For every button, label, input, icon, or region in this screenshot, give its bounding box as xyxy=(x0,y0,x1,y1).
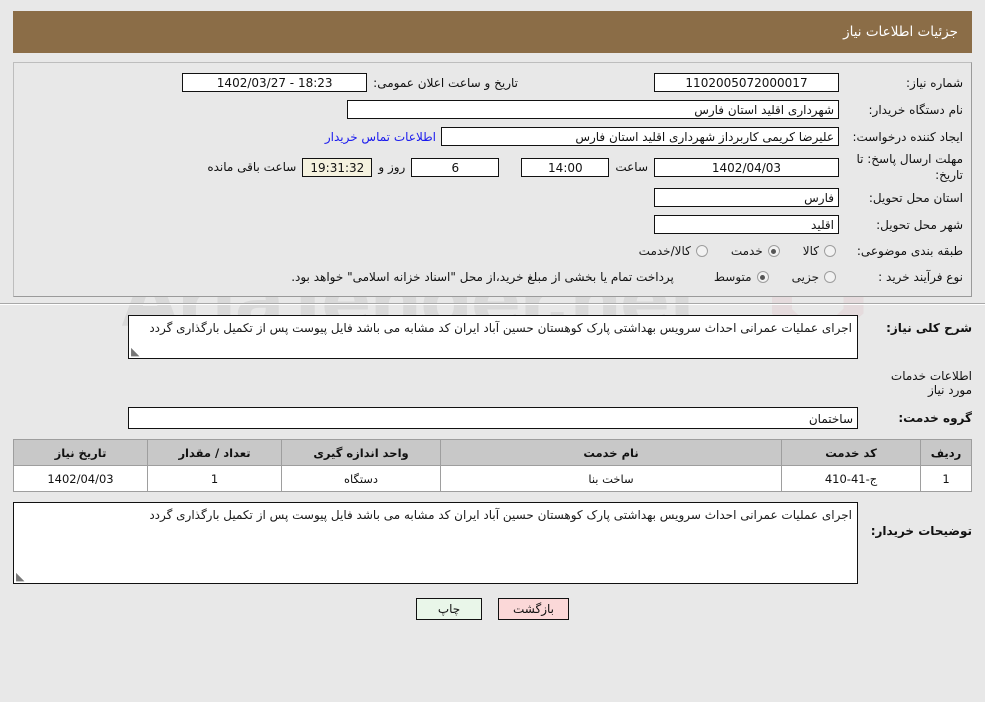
radio-category-service[interactable]: خدمت xyxy=(729,244,783,258)
radio-process-medium-label: متوسط xyxy=(713,270,752,284)
th-quantity: تعداد / مقدار xyxy=(147,439,282,466)
buyer-notes-label: توضیحات خریدار: xyxy=(870,524,972,538)
row-buyer-notes: توضیحات خریدار: اجرای عملیات عمرانی احدا… xyxy=(13,502,972,584)
buyer-notes-value: اجرای عملیات عمرانی احداث سرویس بهداشتی … xyxy=(149,508,852,522)
row-buyer-org: نام دستگاه خریدار: شهرداری اقلید استان ف… xyxy=(14,96,971,123)
deadline-date-value: 1402/04/03 xyxy=(654,157,839,177)
general-description-value: اجرای عملیات عمرانی احداث سرویس بهداشتی … xyxy=(149,321,852,335)
remaining-countdown-label: ساعت باقی مانده xyxy=(207,160,297,174)
row-subject-classification: طبقه بندی موضوعی: کالا خدمت کالا/خدمت xyxy=(14,238,971,264)
table-header-row: ردیف کد خدمت نام خدمت واحد اندازه گیری ت… xyxy=(13,439,972,466)
delivery-city-label: شهر محل تحویل: xyxy=(876,217,963,232)
radio-button-icon[interactable] xyxy=(824,245,836,257)
services-table: ردیف کد خدمت نام خدمت واحد اندازه گیری ت… xyxy=(13,439,972,492)
radio-process-minor-label: جزیی xyxy=(791,270,819,284)
response-deadline-label: مهلت ارسال پاسخ: تا تاریخ: xyxy=(856,151,963,182)
cell-service-name: ساخت بنا xyxy=(440,465,782,492)
radio-category-goods-label: کالا xyxy=(802,244,819,258)
need-number-value: 1102005072000017 xyxy=(654,73,839,92)
services-section-title: اطلاعات خدمات مورد نیاز xyxy=(890,369,972,397)
radio-button-icon[interactable] xyxy=(824,271,836,283)
delivery-city-value: اقلید xyxy=(654,215,839,234)
back-button[interactable]: بازگشت xyxy=(498,598,569,620)
resize-grip-icon[interactable]: ◢ xyxy=(131,345,141,358)
general-description-label: شرح کلی نیاز: xyxy=(886,321,972,335)
announce-datetime-value: 18:23 - 1402/03/27 xyxy=(182,73,368,92)
row-delivery-city: شهر محل تحویل: اقلید xyxy=(14,211,971,238)
buyer-org-label: نام دستگاه خریدار: xyxy=(868,102,964,117)
row-services-section-title: اطلاعات خدمات مورد نیاز xyxy=(13,369,972,397)
remaining-days-value: 6 xyxy=(411,157,500,177)
row-need-number: شماره نیاز: 1102005072000017 تاریخ و ساع… xyxy=(14,69,971,96)
radio-process-medium[interactable]: متوسط xyxy=(712,270,772,284)
radio-button-icon[interactable] xyxy=(695,245,708,257)
row-delivery-province: استان محل تحویل: فارس xyxy=(14,184,971,211)
general-description-textarea[interactable]: اجرای عملیات عمرانی احداث سرویس بهداشتی … xyxy=(128,315,858,359)
radio-button-selected-icon[interactable] xyxy=(767,245,780,257)
cell-service-code: ج-41-410 xyxy=(781,465,921,492)
th-row-index: ردیف xyxy=(920,439,972,466)
purchase-process-radio-group: جزیی متوسط xyxy=(694,270,839,284)
row-general-description: شرح کلی نیاز: اجرای عملیات عمرانی احداث … xyxy=(13,315,972,359)
deadline-hour-value: 14:00 xyxy=(521,157,610,177)
row-purchase-process: نوع فرآیند خرید : جزیی متوسط پرداخت تمام… xyxy=(14,264,971,290)
request-creator-label: ایجاد کننده درخواست: xyxy=(852,129,963,144)
radio-category-goods[interactable]: کالا xyxy=(801,244,839,258)
th-unit: واحد اندازه گیری xyxy=(281,439,441,466)
services-table-wrapper: ردیف کد خدمت نام خدمت واحد اندازه گیری ت… xyxy=(13,439,972,492)
buyer-notes-textarea[interactable]: اجرای عملیات عمرانی احداث سرویس بهداشتی … xyxy=(13,502,858,584)
request-creator-value: علیرضا کریمی کاربرداز شهرداری اقلید استا… xyxy=(441,127,839,146)
cell-quantity: 1 xyxy=(147,465,282,492)
purchase-process-label: نوع فرآیند خرید : xyxy=(878,270,963,284)
page-title: جزئیات اطلاعات نیاز xyxy=(843,24,958,40)
buyer-org-value: شهرداری اقلید استان فارس xyxy=(347,100,839,119)
subject-classification-label: طبقه بندی موضوعی: xyxy=(856,244,963,258)
radio-category-goods-service-label: کالا/خدمت xyxy=(638,244,691,258)
buyer-contact-link[interactable]: اطلاعات تماس خریدار xyxy=(320,130,441,144)
radio-button-selected-icon[interactable] xyxy=(756,271,769,283)
row-service-group: گروه خدمت: ساختمان xyxy=(13,407,972,429)
action-button-row: بازگشت چاپ xyxy=(13,598,972,620)
resize-grip-icon[interactable]: ◢ xyxy=(16,570,26,583)
service-group-label: گروه خدمت: xyxy=(898,411,972,425)
th-need-date: تاریخ نیاز xyxy=(13,439,148,466)
announce-datetime-label: تاریخ و ساعت اعلان عمومی: xyxy=(373,75,518,90)
row-request-creator: ایجاد کننده درخواست: علیرضا کریمی کاربرد… xyxy=(14,123,971,150)
th-service-code: کد خدمت xyxy=(781,439,921,466)
cell-need-date: 1402/04/03 xyxy=(13,465,148,492)
remaining-days-label: روز و xyxy=(378,160,406,174)
deadline-hour-label: ساعت xyxy=(615,160,648,174)
cell-unit: دستگاه xyxy=(281,465,441,492)
delivery-province-label: استان محل تحویل: xyxy=(868,190,963,205)
need-number-label: شماره نیاز: xyxy=(906,75,963,90)
radio-category-goods-service[interactable]: کالا/خدمت xyxy=(637,244,711,258)
delivery-province-value: فارس xyxy=(654,188,839,207)
row-response-deadline: مهلت ارسال پاسخ: تا تاریخ: 1402/04/03 سا… xyxy=(14,150,971,184)
service-group-value: ساختمان xyxy=(128,407,858,429)
purchase-process-note: پرداخت تمام یا بخشی از مبلغ خرید،از محل … xyxy=(291,270,674,284)
page-header-bar: جزئیات اطلاعات نیاز xyxy=(13,11,972,53)
th-service-name: نام خدمت xyxy=(440,439,782,466)
remaining-countdown-value: 19:31:32 xyxy=(302,157,373,177)
radio-category-service-label: خدمت xyxy=(730,244,763,258)
subject-classification-radio-group: کالا خدمت کالا/خدمت xyxy=(619,244,839,258)
need-details-panel: شماره نیاز: 1102005072000017 تاریخ و ساع… xyxy=(13,62,972,297)
radio-process-minor[interactable]: جزیی xyxy=(790,270,839,284)
print-button[interactable]: چاپ xyxy=(416,598,482,620)
cell-row-index: 1 xyxy=(920,465,972,492)
table-row: 1 ج-41-410 ساخت بنا دستگاه 1 1402/04/03 xyxy=(13,465,972,492)
